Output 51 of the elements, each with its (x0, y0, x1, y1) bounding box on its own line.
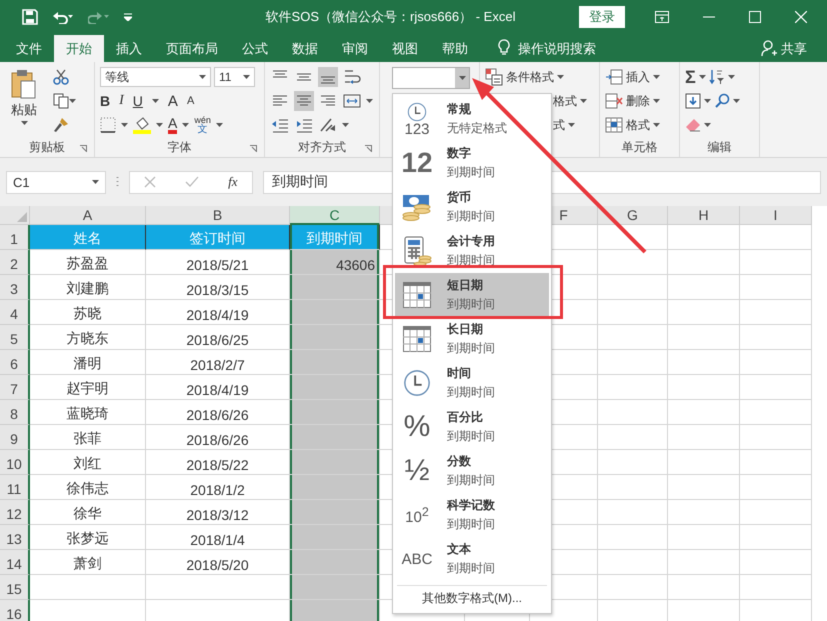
format-sample: 到期时间 (447, 208, 495, 225)
format-sample: 无特定格式 (447, 120, 507, 137)
format-glyph: 12 (401, 149, 433, 177)
table-cell: 张菲 (30, 425, 146, 450)
group-label: 单元格 (622, 138, 658, 156)
table-cell: 方晓东 (30, 325, 146, 350)
format-name: 货币 (447, 189, 472, 206)
format-glyph: ½ (404, 456, 430, 486)
table-cell: 刘建鹏 (30, 275, 146, 300)
format-glyph: 123 (404, 122, 430, 136)
format-sample: 到期时间 (447, 560, 495, 577)
table-cell: 赵宇明 (30, 375, 146, 400)
format-name: 分数 (447, 453, 472, 470)
group-label: 对齐方式 (298, 138, 346, 156)
table-cell: 萧剑 (30, 550, 146, 575)
format-sample: 到期时间 (447, 516, 495, 533)
format-sample: 到期时间 (447, 340, 495, 357)
format-name: 科学记数 (447, 497, 495, 514)
format-name: 长日期 (447, 321, 484, 338)
format-name: 百分比 (447, 409, 484, 426)
format-name: 数字 (447, 145, 472, 162)
format-glyph: 10$^{2}$ (405, 506, 429, 524)
header-cell: 签订时间 (146, 225, 290, 250)
format-sample: 到期时间 (447, 252, 495, 269)
format-name: 常规 (447, 101, 472, 118)
format-sample: 到期时间 (447, 472, 495, 489)
table-cell: 潘明 (30, 350, 146, 375)
table-cell: 苏盈盈 (30, 250, 146, 275)
format-name: 短日期 (447, 277, 484, 294)
format-glyph: ABC (402, 552, 432, 566)
table-cell: 蓝晓琦 (30, 400, 146, 425)
group-label: 字体 (168, 138, 192, 156)
format-name: 文本 (447, 541, 472, 558)
format-sample: 到期时间 (447, 296, 495, 313)
format-glyph: % (404, 412, 430, 442)
format-sample: 到期时间 (447, 384, 495, 401)
table-cell: 刘红 (30, 450, 146, 475)
format-sample: 到期时间 (447, 428, 495, 445)
group-label: 编辑 (708, 138, 732, 156)
table-cell: 徐伟志 (30, 475, 146, 500)
group-label: 剪贴板 (29, 138, 65, 156)
header-cell: 姓名 (30, 225, 146, 250)
table-cell: 苏晓 (30, 300, 146, 325)
header-cell: 到期时间 (290, 225, 380, 250)
table-cell: 43606 (290, 250, 380, 275)
table-cell: 张梦远 (30, 525, 146, 550)
format-name: 时间 (447, 365, 472, 382)
table-cell: 徐华 (30, 500, 146, 525)
format-name: 会计专用 (447, 233, 495, 250)
window-title: 软件SOS（微信公众号：rjsos666） - Excel (264, 8, 516, 26)
format-sample: 到期时间 (447, 164, 495, 181)
